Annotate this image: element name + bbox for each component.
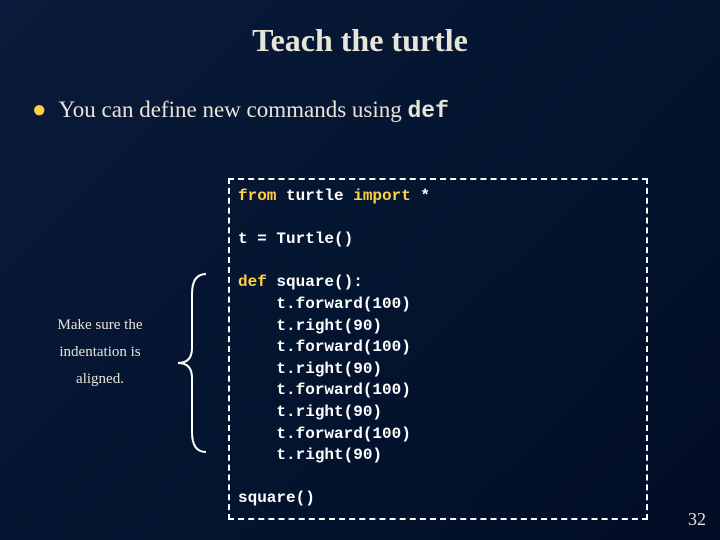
brace-icon: [164, 270, 214, 456]
code-body-line: t.right(90): [238, 446, 382, 464]
annotation-text: Make sure the indentation is aligned.: [40, 312, 160, 393]
code-keyword-def: def: [238, 273, 267, 291]
code-body-line: t.right(90): [238, 403, 382, 421]
code-body-line: t.forward(100): [238, 425, 411, 443]
bullet-text-before: You can define new commands using: [59, 97, 408, 122]
code-text: *: [411, 187, 430, 205]
page-number: 32: [688, 509, 706, 530]
code-body-line: t.right(90): [238, 317, 382, 335]
code-body-line: t.forward(100): [238, 381, 411, 399]
code-call: square(): [238, 489, 315, 507]
code-keyword-from: from: [238, 187, 276, 205]
code-text: square():: [267, 273, 363, 291]
bullet-keyword: def: [408, 98, 449, 124]
code-body-line: t.forward(100): [238, 295, 411, 313]
code-line: t = Turtle(): [238, 230, 353, 248]
annotation-line: Make sure the: [40, 312, 160, 339]
code-body-line: t.right(90): [238, 360, 382, 378]
annotation-line: aligned.: [40, 366, 160, 393]
bullet-text: You can define new commands using def: [59, 97, 449, 124]
code-body-line: t.forward(100): [238, 338, 411, 356]
code-text: turtle: [276, 187, 353, 205]
slide-title: Teach the turtle: [0, 0, 720, 77]
bullet-item: ● You can define new commands using def: [32, 97, 720, 124]
code-keyword-import: import: [353, 187, 411, 205]
code-block: from turtle import * t = Turtle() def sq…: [228, 178, 648, 520]
bullet-marker: ●: [32, 98, 47, 122]
annotation-line: indentation is: [40, 339, 160, 366]
